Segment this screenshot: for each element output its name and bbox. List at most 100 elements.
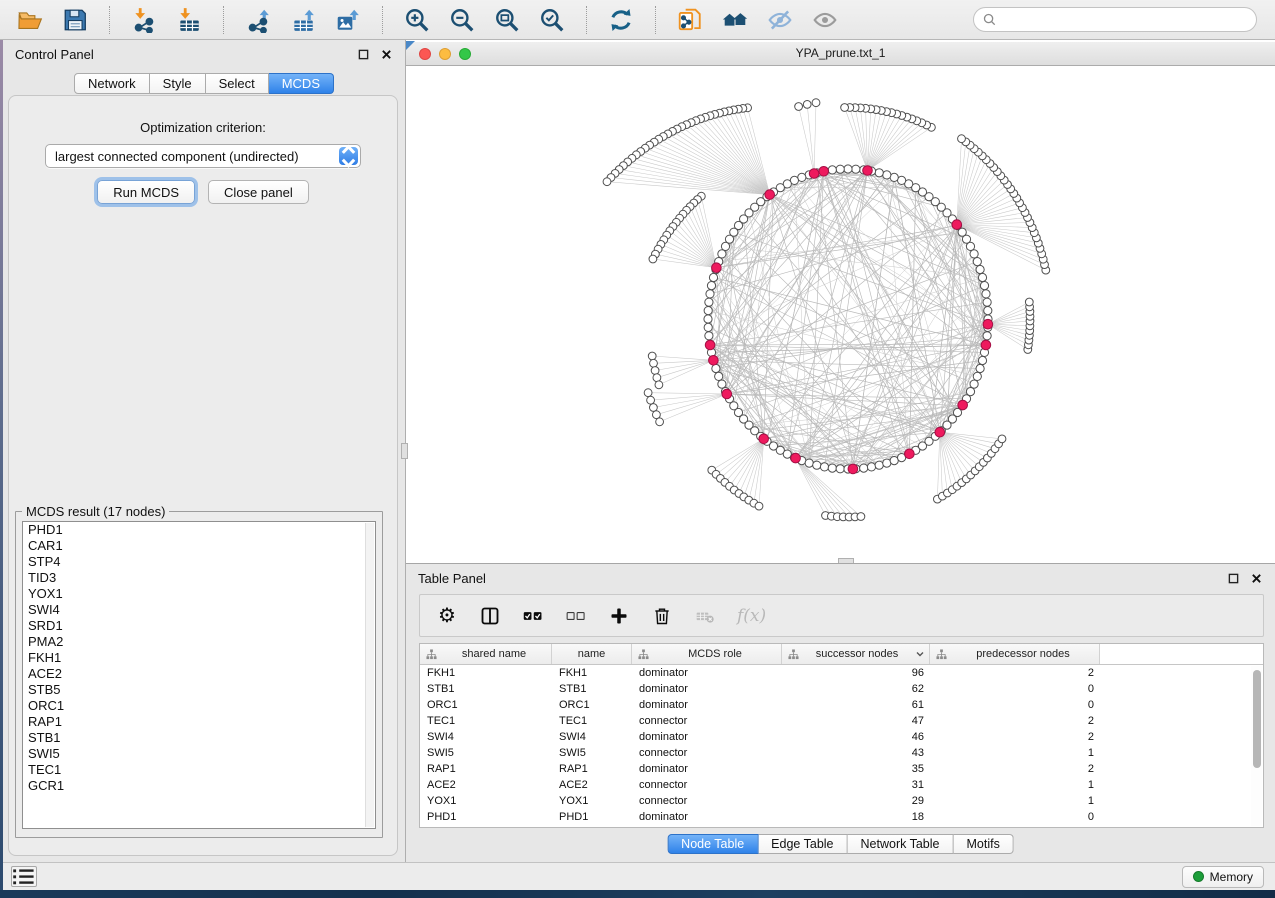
mcds-result-item[interactable]: TID3 xyxy=(23,570,375,586)
network-node[interactable] xyxy=(828,464,836,472)
network-node[interactable] xyxy=(803,101,811,109)
network-node[interactable] xyxy=(998,435,1006,443)
network-node[interactable] xyxy=(704,307,712,315)
network-node[interactable] xyxy=(721,242,729,250)
dominator-node[interactable] xyxy=(709,356,719,366)
mcds-result-item[interactable]: SWI5 xyxy=(23,746,375,762)
vertical-splitter-handle[interactable] xyxy=(401,443,408,459)
network-node[interactable] xyxy=(976,265,984,273)
network-node[interactable] xyxy=(655,381,663,389)
network-node[interactable] xyxy=(860,464,868,472)
dominator-node[interactable] xyxy=(863,166,873,176)
network-node[interactable] xyxy=(647,396,655,404)
table-row[interactable]: SWI5SWI5connector431 xyxy=(420,745,1263,761)
network-node[interactable] xyxy=(970,250,978,258)
dominator-node[interactable] xyxy=(791,453,801,463)
float-table-panel-icon[interactable] xyxy=(1226,571,1240,585)
column-header-shared-name[interactable]: shared name xyxy=(420,644,552,664)
search-box[interactable] xyxy=(973,7,1257,32)
network-node[interactable] xyxy=(976,364,984,372)
network-node[interactable] xyxy=(1025,298,1033,306)
mcds-result-item[interactable]: CAR1 xyxy=(23,538,375,554)
table-scrollbar[interactable] xyxy=(1251,666,1262,826)
network-node[interactable] xyxy=(983,332,991,340)
mcds-result-item[interactable]: FKH1 xyxy=(23,650,375,666)
table-tab-motifs[interactable]: Motifs xyxy=(953,834,1013,854)
optimization-criterion-select[interactable]: largest connected component (undirected) xyxy=(45,144,361,168)
network-node[interactable] xyxy=(875,169,883,177)
mcds-result-list[interactable]: PHD1CAR1STP4TID3YOX1SWI4SRD1PMA2FKH1ACE2… xyxy=(22,521,376,829)
network-node[interactable] xyxy=(656,418,664,426)
float-panel-icon[interactable] xyxy=(356,47,370,61)
zoom-fit-button[interactable] xyxy=(489,5,525,35)
network-node[interactable] xyxy=(836,465,844,473)
mcds-result-item[interactable]: TEC1 xyxy=(23,762,375,778)
dominator-node[interactable] xyxy=(848,464,858,474)
open-file-button[interactable] xyxy=(12,5,48,35)
network-node[interactable] xyxy=(704,323,712,331)
network-node[interactable] xyxy=(982,290,990,298)
network-node[interactable] xyxy=(650,404,658,412)
dominator-node[interactable] xyxy=(712,263,722,273)
table-row[interactable]: ORC1ORC1dominator610 xyxy=(420,697,1263,713)
network-node[interactable] xyxy=(704,315,712,323)
export-image-button[interactable] xyxy=(330,5,366,35)
mcds-result-item[interactable]: SRD1 xyxy=(23,618,375,634)
delete-row-button[interactable] xyxy=(651,603,673,629)
table-row[interactable]: YOX1YOX1connector291 xyxy=(420,793,1263,809)
dominator-node[interactable] xyxy=(765,190,775,200)
network-node[interactable] xyxy=(857,513,865,521)
tab-network[interactable]: Network xyxy=(74,73,150,94)
network-node[interactable] xyxy=(883,171,891,179)
network-node[interactable] xyxy=(755,502,763,510)
network-node[interactable] xyxy=(973,372,981,380)
network-node[interactable] xyxy=(978,273,986,281)
import-table-button[interactable] xyxy=(171,5,207,35)
dominator-node[interactable] xyxy=(952,220,962,230)
network-node[interactable] xyxy=(718,380,726,388)
dominator-node[interactable] xyxy=(705,340,715,350)
zoom-out-button[interactable] xyxy=(444,5,480,35)
export-table-button[interactable] xyxy=(285,5,321,35)
tab-select[interactable]: Select xyxy=(206,73,269,94)
network-node[interactable] xyxy=(651,367,659,375)
network-node[interactable] xyxy=(653,374,661,382)
dominator-node[interactable] xyxy=(809,169,819,179)
mcds-result-item[interactable]: STB5 xyxy=(23,682,375,698)
network-node[interactable] xyxy=(812,99,820,107)
close-panel-icon[interactable] xyxy=(379,47,393,61)
table-row[interactable]: ACE2ACE2connector311 xyxy=(420,777,1263,793)
table-row[interactable]: RAP1RAP1dominator352 xyxy=(420,761,1263,777)
dominator-node[interactable] xyxy=(983,319,993,329)
network-node[interactable] xyxy=(983,298,991,306)
column-header-predecessor-nodes[interactable]: predecessor nodes xyxy=(930,644,1100,664)
network-node[interactable] xyxy=(648,352,656,360)
network-node[interactable] xyxy=(978,356,986,364)
network-node[interactable] xyxy=(841,104,849,112)
dominator-node[interactable] xyxy=(981,340,991,350)
network-window-titlebar[interactable]: YPA_prune.txt_1 xyxy=(406,42,1275,66)
network-node[interactable] xyxy=(650,359,658,367)
column-header-successor-nodes[interactable]: successor nodes xyxy=(782,644,930,664)
dominator-node[interactable] xyxy=(722,389,732,399)
network-node[interactable] xyxy=(867,463,875,471)
mcds-result-item[interactable]: PHD1 xyxy=(23,522,375,538)
deselect-all-checks-button[interactable] xyxy=(565,603,587,629)
show-all-button[interactable] xyxy=(807,5,843,35)
network-node[interactable] xyxy=(980,282,988,290)
column-header-MCDS-role[interactable]: MCDS role xyxy=(632,644,782,664)
refresh-view-button[interactable] xyxy=(603,5,639,35)
table-tab-network-table[interactable]: Network Table xyxy=(848,834,954,854)
network-node[interactable] xyxy=(805,459,813,467)
search-input[interactable] xyxy=(1002,13,1247,27)
task-history-button[interactable] xyxy=(11,866,37,887)
mcds-result-item[interactable]: GCR1 xyxy=(23,778,375,794)
dominator-node[interactable] xyxy=(958,400,968,410)
zoom-selected-button[interactable] xyxy=(534,5,570,35)
column-settings-button[interactable]: ⚙ xyxy=(436,603,458,629)
duplicate-network-button[interactable] xyxy=(672,5,708,35)
export-network-button[interactable] xyxy=(240,5,276,35)
zoom-in-button[interactable] xyxy=(399,5,435,35)
mcds-result-item[interactable]: STP4 xyxy=(23,554,375,570)
mcds-list-scrollbar[interactable] xyxy=(365,523,374,827)
